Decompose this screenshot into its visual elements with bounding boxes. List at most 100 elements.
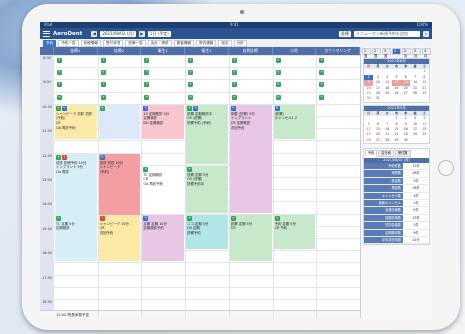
calendar-day[interactable]: 30 xyxy=(364,96,373,101)
appointment-block[interactable]: 診察 定期検診中 CR (診察) 診察予約 (予約) + ✎ xyxy=(186,104,228,164)
appointment-block[interactable]: TC 定期 5分 定期検診 + xyxy=(55,214,97,262)
status-badge-icon[interactable]: ! xyxy=(99,215,105,221)
add-slot-icon[interactable]: + xyxy=(144,58,150,63)
add-slot-icon[interactable]: + xyxy=(231,58,237,63)
add-slot-icon[interactable]: + xyxy=(100,70,106,76)
appointment-block[interactable]: 定期 定期 10分 定期検診予約 ✎ xyxy=(142,214,185,262)
status-badge-icon[interactable]: + xyxy=(187,215,193,221)
appointment-block[interactable]: シャンビーク 10分 CR 次回予約! xyxy=(98,214,141,262)
status-badge-icon[interactable]: ✎ xyxy=(230,105,236,111)
add-slot-icon[interactable]: + xyxy=(231,82,237,88)
add-slot-icon[interactable]: + xyxy=(100,94,106,100)
add-slot-icon[interactable]: + xyxy=(144,82,150,88)
add-slot-icon[interactable]: + xyxy=(57,70,62,76)
appointment-block[interactable]: シャンビーク 初診 初診 (予約) CP OA 再診予約 + ✎ xyxy=(55,104,97,140)
status-badge-icon[interactable]: ✎ xyxy=(62,105,67,111)
column-header[interactable]: カウンセリング xyxy=(316,47,360,55)
add-slot-icon[interactable]: + xyxy=(319,70,325,76)
search-input[interactable]: メニューから新規予約を追加 xyxy=(354,30,420,37)
column-header[interactable]: 衛生2 xyxy=(185,47,229,55)
calendar-day[interactable]: 31 xyxy=(373,96,382,101)
add-slot-icon[interactable]: + xyxy=(57,58,62,63)
toolbar-button[interactable]: 院内連絡 xyxy=(196,39,217,47)
add-slot-icon[interactable]: + xyxy=(100,58,106,63)
status-badge-icon[interactable]: + xyxy=(56,105,61,111)
add-slot-icon[interactable]: + xyxy=(144,94,150,100)
add-slot-icon[interactable]: + xyxy=(144,70,150,76)
prev-day-button[interactable]: ◀ xyxy=(91,30,98,37)
toolbar-button[interactable]: 分析 xyxy=(233,39,247,47)
add-slot-icon[interactable]: + xyxy=(275,94,281,100)
clinic-select[interactable]: 医療 xyxy=(339,30,351,37)
status-badge-icon[interactable]: ✎ xyxy=(143,215,149,221)
add-slot-icon[interactable]: + xyxy=(231,94,237,100)
appointment-block[interactable]: 15 定期検診 5分 定期検診 DH 定期検診 ✎ xyxy=(142,104,185,140)
calendar-day[interactable]: 28 xyxy=(383,138,392,143)
add-slot-icon[interactable]: + xyxy=(275,58,281,63)
range-tab[interactable]: 1週 xyxy=(362,48,371,58)
calendar-day[interactable]: 30 xyxy=(401,138,410,143)
column-header[interactable]: 診療2 xyxy=(98,47,142,55)
calendar-day[interactable]: 26 xyxy=(364,138,373,143)
search-icon[interactable]: ⌕ xyxy=(423,30,429,37)
add-slot-icon[interactable]: + xyxy=(231,70,237,76)
column-header[interactable]: 自費診療 xyxy=(229,47,273,55)
toolbar-button[interactable]: 診療一覧 xyxy=(125,39,146,47)
calendar-day[interactable]: 29 xyxy=(392,138,401,143)
status-badge-icon[interactable]: + xyxy=(187,166,193,172)
status-badge-icon[interactable]: + xyxy=(274,215,280,221)
home-button[interactable] xyxy=(438,160,454,176)
next-day-button[interactable]: ▶ xyxy=(138,30,145,37)
status-badge-icon[interactable]: ! xyxy=(62,154,67,160)
add-slot-icon[interactable]: + xyxy=(319,94,325,100)
range-tab[interactable]: 1月 xyxy=(392,48,401,58)
range-tab[interactable]: 3週 xyxy=(382,48,391,58)
toolbar-button[interactable]: 予約一覧 xyxy=(58,39,79,47)
appointment-block[interactable]: 診察 定期 5分 CR (診察) 診察予約中 + xyxy=(186,165,228,213)
toolbar-button[interactable]: 会計・請求 xyxy=(147,39,172,47)
toolbar-button[interactable]: 患者情報 xyxy=(173,39,195,47)
appointment-block[interactable]: + xyxy=(98,104,141,140)
range-tab[interactable]: 3月 xyxy=(412,48,421,58)
add-slot-icon[interactable]: + xyxy=(188,70,194,76)
status-badge-icon[interactable]: + xyxy=(99,105,105,111)
range-tab[interactable]: 4月 xyxy=(422,48,431,58)
appointment-block[interactable]: TC 定期検診 CR OA 再診予約 + xyxy=(142,165,185,213)
toolbar-button[interactable]: 診療情報 xyxy=(80,39,101,47)
range-tab[interactable]: 2週 xyxy=(372,48,381,58)
appointment-block[interactable]: 予約 定期 5分 CR 予約 + xyxy=(273,214,316,250)
add-slot-icon[interactable]: + xyxy=(319,82,325,88)
status-badge-icon[interactable]: + xyxy=(187,105,193,111)
column-header[interactable]: 衛生1 xyxy=(141,47,186,55)
date-field[interactable]: 2021/08/02 (月) xyxy=(100,30,136,37)
toolbar-button[interactable]: 設定 xyxy=(218,39,232,47)
add-slot-icon[interactable]: + xyxy=(319,58,325,63)
calendar-day[interactable]: 27 xyxy=(373,138,382,143)
summary-tab[interactable]: 受付数 xyxy=(394,150,411,158)
status-badge-icon[interactable]: + xyxy=(56,215,61,221)
add-slot-icon[interactable]: + xyxy=(188,82,194,88)
status-badge-icon[interactable]: ✎ xyxy=(143,105,149,111)
add-slot-icon[interactable]: + xyxy=(100,82,106,88)
status-badge-icon[interactable]: + xyxy=(143,166,149,172)
appointment-block[interactable]: 伊藤 (診察) 5分 インプラント CR 定期検診 次回予約 ✎ xyxy=(229,104,272,213)
add-slot-icon[interactable]: + xyxy=(188,58,194,63)
summary-tab[interactable]: 空き枠 xyxy=(378,150,394,158)
appointment-block[interactable]: 診察 定期 5分 CR + xyxy=(229,214,272,262)
add-slot-icon[interactable]: + xyxy=(188,94,194,100)
hamburger-menu-icon[interactable] xyxy=(43,30,50,37)
add-slot-icon[interactable]: + xyxy=(275,82,281,88)
range-tab[interactable]: 2月 xyxy=(402,48,411,58)
status-badge-icon[interactable]: ✎ xyxy=(99,154,105,160)
add-slot-icon[interactable]: + xyxy=(275,70,281,76)
add-slot-icon[interactable]: + xyxy=(57,94,62,100)
toolbar-button[interactable]: 受付状況 xyxy=(102,39,124,47)
status-badge-icon[interactable]: ✎ xyxy=(193,105,199,111)
appointment-block[interactable]: (診察) キャンセル1 2 ✎ xyxy=(273,104,316,140)
status-badge-icon[interactable]: + xyxy=(56,154,61,160)
calendar-day[interactable]: 29 xyxy=(420,91,429,96)
column-header[interactable]: 診療1 xyxy=(54,47,98,55)
column-header[interactable]: 小児 xyxy=(273,47,317,55)
toolbar-button[interactable]: 予約 xyxy=(43,39,57,47)
view-select[interactable]: 1日 (予定) xyxy=(147,30,171,37)
